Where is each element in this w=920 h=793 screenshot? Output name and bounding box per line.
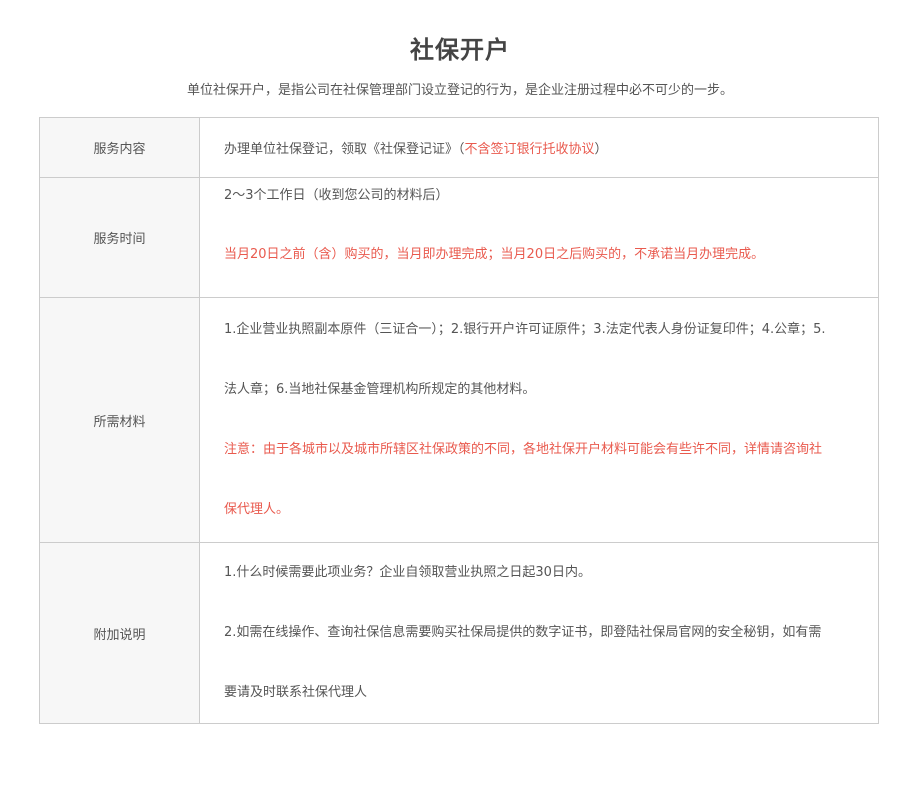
notes-line-3: 要请及时联系社保代理人 xyxy=(224,685,368,700)
notes-line-2: 2.如需在线操作、查询社保信息需要购买社保局提供的数字证书，即登陆社保局官网的安… xyxy=(224,625,822,640)
row-content-time: 2～3个工作日（收到您公司的材料后） 当月20日之前（含）购买的，当月即办理完成… xyxy=(199,177,879,298)
table-row-service: 服务内容 办理单位社保登记，领取《社保登记证》（不含签订银行托收协议） xyxy=(39,117,879,178)
page: 社保开户 单位社保开户，是指公司在社保管理部门设立登记的行为，是企业注册过程中必… xyxy=(0,0,920,793)
materials-line-2: 法人章；6.当地社保基金管理机构所规定的其他材料。 xyxy=(224,382,536,397)
service-note: 不含签订银行托收协议 xyxy=(464,142,595,157)
page-title: 社保开户 xyxy=(410,36,510,64)
table-row-notes: 附加说明 1.什么时候需要此项业务？企业自领取营业执照之日起30日内。 2.如需… xyxy=(39,542,879,724)
row-content-materials: 1.企业营业执照副本原件（三证合一）；2.银行开户许可证原件；3.法定代表人身份… xyxy=(199,297,879,543)
info-table: 服务内容 办理单位社保登记，领取《社保登记证》（不含签订银行托收协议） 服务时间… xyxy=(39,117,879,724)
materials-line-1: 1.企业营业执照副本原件（三证合一）；2.银行开户许可证原件；3.法定代表人身份… xyxy=(224,322,826,337)
row-label-time: 服务时间 xyxy=(39,177,200,298)
row-content-notes: 1.什么时候需要此项业务？企业自领取营业执照之日起30日内。 2.如需在线操作、… xyxy=(199,542,879,724)
row-content-service: 办理单位社保登记，领取《社保登记证》（不含签订银行托收协议） xyxy=(199,117,879,178)
page-subtitle: 单位社保开户，是指公司在社保管理部门设立登记的行为，是企业注册过程中必不可少的一… xyxy=(186,83,733,98)
table-row-time: 服务时间 2～3个工作日（收到您公司的材料后） 当月20日之前（含）购买的，当月… xyxy=(39,177,879,298)
row-label-notes: 附加说明 xyxy=(39,542,200,724)
materials-note-2: 保代理人。 xyxy=(224,502,290,517)
materials-note-1: 注意：由于各城市以及城市所辖区社保政策的不同，各地社保开户材料可能会有些许不同，… xyxy=(224,442,823,457)
row-label-service: 服务内容 xyxy=(39,117,200,178)
service-close: ） xyxy=(594,142,608,157)
table-row-materials: 所需材料 1.企业营业执照副本原件（三证合一）；2.银行开户许可证原件；3.法定… xyxy=(39,297,879,543)
service-text: 办理单位社保登记，领取《社保登记证》（ xyxy=(224,142,465,157)
row-label-materials: 所需材料 xyxy=(39,297,200,543)
time-line-1: 2～3个工作日（收到您公司的材料后） xyxy=(224,187,449,203)
notes-line-1: 1.什么时候需要此项业务？企业自领取营业执照之日起30日内。 xyxy=(224,565,591,580)
service-line: 办理单位社保登记，领取《社保登记证》（不含签订银行托收协议） xyxy=(224,138,874,157)
time-line-2: 当月20日之前（含）购买的，当月即办理完成；当月20日之后购买的，不承诺当月办理… xyxy=(224,246,765,262)
